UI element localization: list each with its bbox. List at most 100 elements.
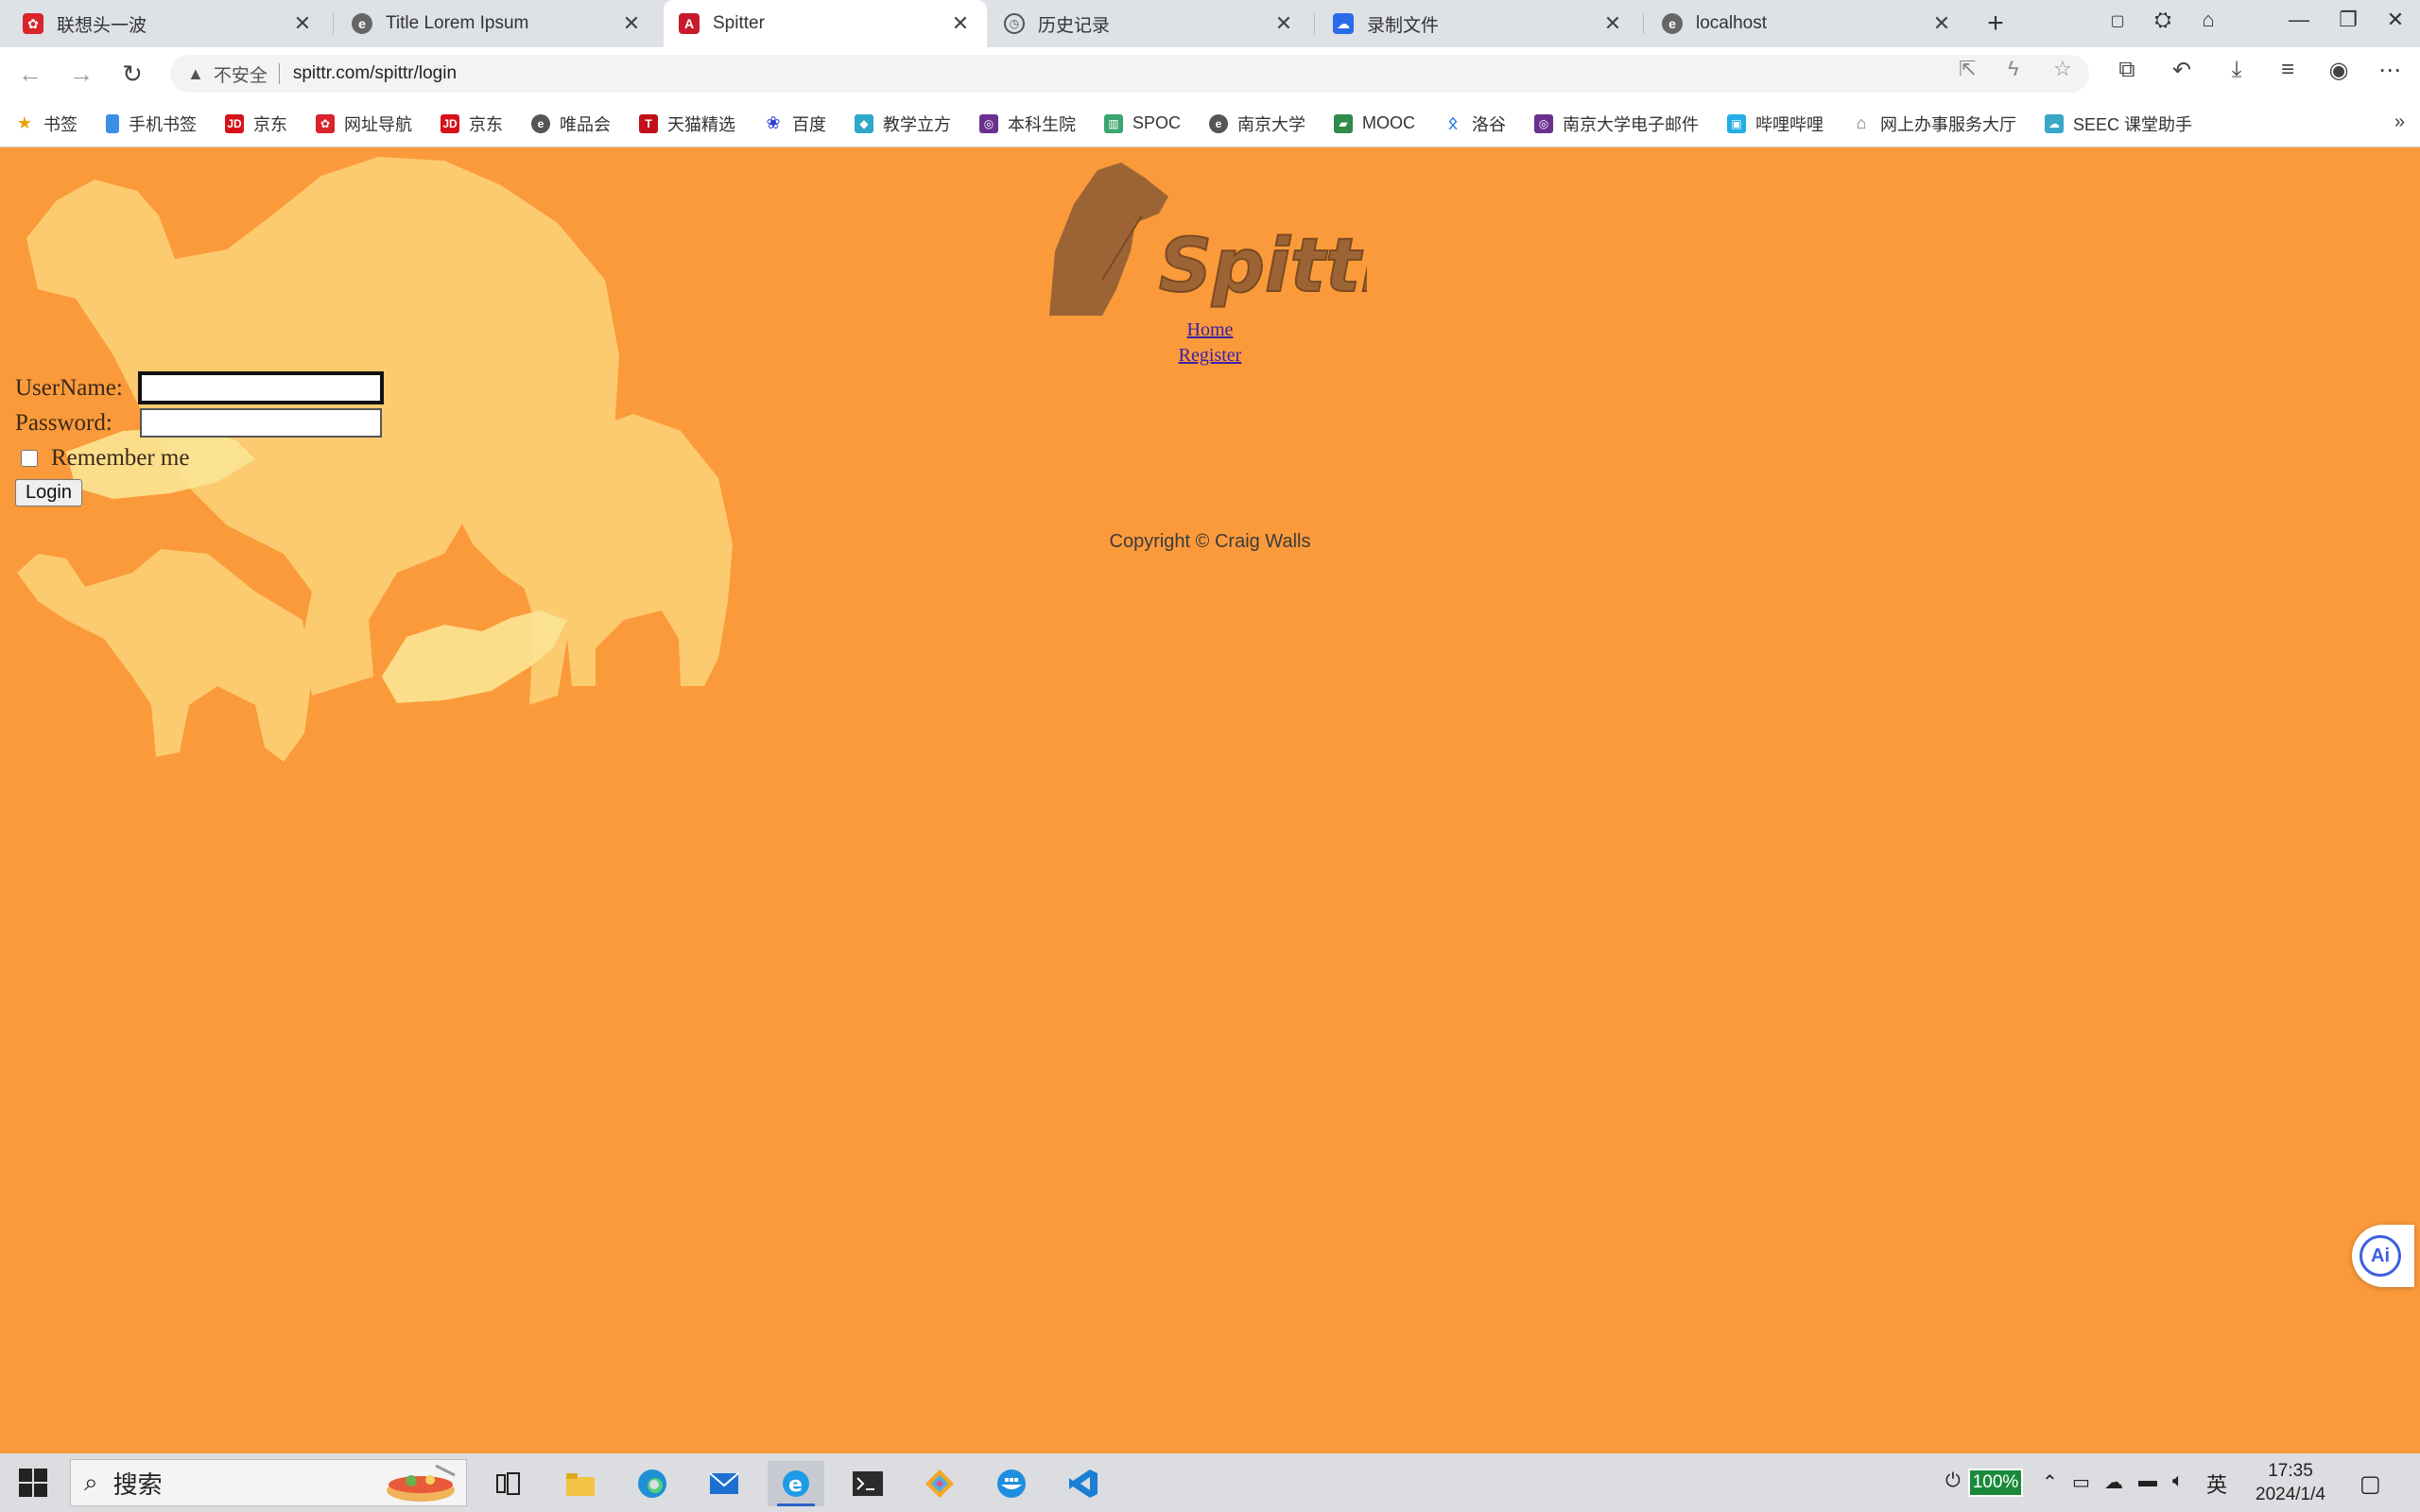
bookmark-item[interactable]: ✿ 网址导航 — [316, 112, 412, 136]
system-clock[interactable]: 17:35 2024/1/4 — [2238, 1459, 2342, 1506]
file-explorer-icon[interactable] — [552, 1461, 609, 1506]
edge-e-icon: e — [352, 13, 372, 34]
star-icon[interactable]: ☆ — [2053, 57, 2072, 81]
mail-icon[interactable] — [696, 1461, 752, 1506]
close-icon[interactable]: ✕ — [949, 11, 972, 36]
network-icon[interactable]: ▭ — [2072, 1470, 2090, 1494]
close-icon[interactable]: ✕ — [1601, 11, 1624, 36]
svg-text:e: e — [788, 1473, 803, 1497]
jd-icon: JD — [441, 113, 459, 133]
forward-arrow-icon[interactable]: → — [64, 57, 98, 91]
task-view-icon[interactable] — [480, 1461, 537, 1506]
bookmark-item[interactable]: ◆ 教学立方 — [855, 112, 951, 136]
ime-indicator[interactable]: 英 — [2206, 1469, 2227, 1499]
power-plug-icon[interactable]: ⏻ — [1945, 1470, 1961, 1492]
reload-icon[interactable]: ↻ — [115, 57, 149, 91]
tab-localhost[interactable]: e localhost ✕ — [1647, 0, 1968, 47]
register-link[interactable]: Register — [1115, 343, 1305, 369]
windows-start-icon[interactable] — [17, 1467, 49, 1499]
bookmark-item[interactable]: ❀ 百度 — [764, 112, 826, 136]
edge-e-icon: e — [1662, 13, 1683, 34]
url-text[interactable]: spittr.com/spittr/login — [293, 63, 457, 84]
history-back-icon[interactable]: ↶ — [2165, 57, 2199, 84]
tmall-icon: T — [639, 113, 658, 133]
username-input[interactable] — [138, 371, 384, 404]
bookmark-item[interactable]: ★ 书签 — [15, 112, 78, 136]
notification-icon[interactable]: ▢ — [2360, 1470, 2381, 1498]
download-icon[interactable]: ⤓ — [2220, 57, 2254, 83]
address-bar[interactable]: ▲ 不安全 spittr.com/spittr/login — [170, 55, 2089, 93]
vcs-diamond-icon[interactable] — [911, 1461, 968, 1506]
minimize-icon[interactable]: — — [2280, 8, 2318, 32]
share-icon[interactable]: ⇱ — [1959, 57, 1976, 81]
tab-recordings[interactable]: ☁ 录制文件 ✕ — [1318, 0, 1639, 47]
tab-lenovo[interactable]: ✿ 联想头一波 ✕ — [8, 0, 329, 47]
close-icon[interactable]: ✕ — [291, 11, 314, 36]
phone-icon — [106, 113, 119, 133]
bookmark-item[interactable]: ◎ 本科生院 — [979, 112, 1076, 136]
back-arrow-icon[interactable]: ← — [13, 57, 47, 91]
lenovo-icon: ✿ — [23, 13, 43, 34]
home-link[interactable]: Home — [1115, 318, 1305, 343]
lenovo-icon: ✿ — [316, 113, 335, 133]
password-input[interactable] — [140, 408, 382, 438]
copyright-text: Copyright © Craig Walls — [1109, 531, 1311, 552]
taskbar-search-box[interactable]: ⌕ 搜索 — [70, 1459, 467, 1506]
tab-title: 联想头一波 — [57, 15, 147, 36]
battery-icon[interactable]: ▬ — [2138, 1470, 2157, 1492]
tab-count-icon[interactable]: ▢ — [2099, 11, 2136, 30]
terminal-icon[interactable] — [839, 1461, 896, 1506]
window-close-icon[interactable]: ✕ — [2377, 8, 2414, 32]
bookmarks-more-button[interactable]: » — [2394, 112, 2405, 133]
warning-icon[interactable]: ▲ — [187, 64, 204, 84]
security-label[interactable]: 不安全 — [214, 61, 268, 87]
bookmark-item[interactable]: ▣ 哔哩哔哩 — [1727, 112, 1824, 136]
bookmark-item[interactable]: e 南京大学 — [1209, 112, 1305, 136]
login-form: UserName: Password: Remember me Login — [15, 370, 384, 507]
bookmark-item[interactable]: e 唯品会 — [531, 112, 611, 136]
bookmarks-bar: ★ 书签 手机书签 JD 京东 ✿ 网址导航 JD 京东 e 唯品会 T 天猫精选 ❀ 百度 … — [0, 100, 2420, 147]
bookmark-item[interactable]: ☁ SEEC 课堂助手 — [2045, 112, 2192, 136]
tab-title: 录制文件 — [1367, 15, 1440, 36]
restore-icon[interactable]: ❐ — [2329, 8, 2367, 32]
vscode-icon[interactable] — [1055, 1461, 1112, 1506]
bookmark-item[interactable]: JD 京东 — [441, 112, 503, 136]
tab-spitter[interactable]: A Spitter ✕ — [664, 0, 987, 47]
tab-title: 历史记录 — [1038, 15, 1111, 36]
bilibili-icon: ▣ — [1727, 113, 1747, 133]
close-icon[interactable]: ✕ — [620, 11, 643, 36]
search-placeholder: 搜索 — [112, 1469, 163, 1499]
ie-browser-icon[interactable]: e — [768, 1461, 824, 1506]
battery-indicator[interactable]: 100% — [1968, 1469, 2023, 1497]
edge-browser-icon[interactable] — [624, 1461, 681, 1506]
bookmark-item[interactable]: ▰ MOOC — [1334, 113, 1415, 133]
tab-history[interactable]: ◷ 历史记录 ✕ — [989, 0, 1310, 47]
ai-assistant-button[interactable]: Ai — [2352, 1225, 2414, 1287]
tab-lorem[interactable]: e Title Lorem Ipsum ✕ — [337, 0, 658, 47]
bookmark-item[interactable]: JD 京东 — [225, 112, 287, 136]
bookmark-item[interactable]: 手机书签 — [106, 112, 197, 136]
bookmark-item[interactable]: T 天猫精选 — [639, 112, 735, 136]
chevron-up-icon[interactable]: ⌃ — [2042, 1470, 2058, 1494]
volume-icon[interactable]: 🔈︎ — [2172, 1470, 2184, 1492]
docker-icon[interactable] — [983, 1461, 1040, 1506]
new-tab-button[interactable]: + — [1979, 8, 2012, 40]
login-button[interactable]: Login — [15, 479, 82, 507]
more-menu-icon[interactable]: ⋯ — [2373, 57, 2407, 84]
extensions-icon[interactable]: ⧉ — [2110, 57, 2144, 83]
bookmark-item[interactable]: ⌂ 网上办事服务大厅 — [1852, 112, 2016, 136]
profile-icon[interactable]: ◉ — [2322, 57, 2356, 84]
remember-me-checkbox[interactable] — [21, 449, 38, 467]
bookmark-item[interactable]: ▥ SPOC — [1104, 113, 1181, 133]
cloud-icon[interactable]: ☁ — [2104, 1470, 2123, 1494]
close-icon[interactable]: ✕ — [1930, 11, 1953, 36]
bookmark-item[interactable]: ◎ 南京大学电子邮件 — [1534, 112, 1699, 136]
close-icon[interactable]: ✕ — [1272, 11, 1295, 36]
reading-list-icon[interactable]: ≡ — [2271, 57, 2305, 83]
lightning-icon[interactable]: ϟ — [2008, 57, 2019, 81]
search-icon: ⌕ — [84, 1468, 98, 1496]
bookmark-item[interactable]: ᛟ 洛谷 — [1443, 112, 1506, 136]
extension-icon[interactable]: ⌂ — [2189, 8, 2227, 32]
windows-taskbar: ⌕ 搜索 e ⏻ 100% ⌃ ▭ ☁ ▬ 🔈︎ 英 17:35 2024/1/… — [0, 1453, 2420, 1512]
incognito-icon[interactable]: ⛭ — [2144, 8, 2182, 32]
